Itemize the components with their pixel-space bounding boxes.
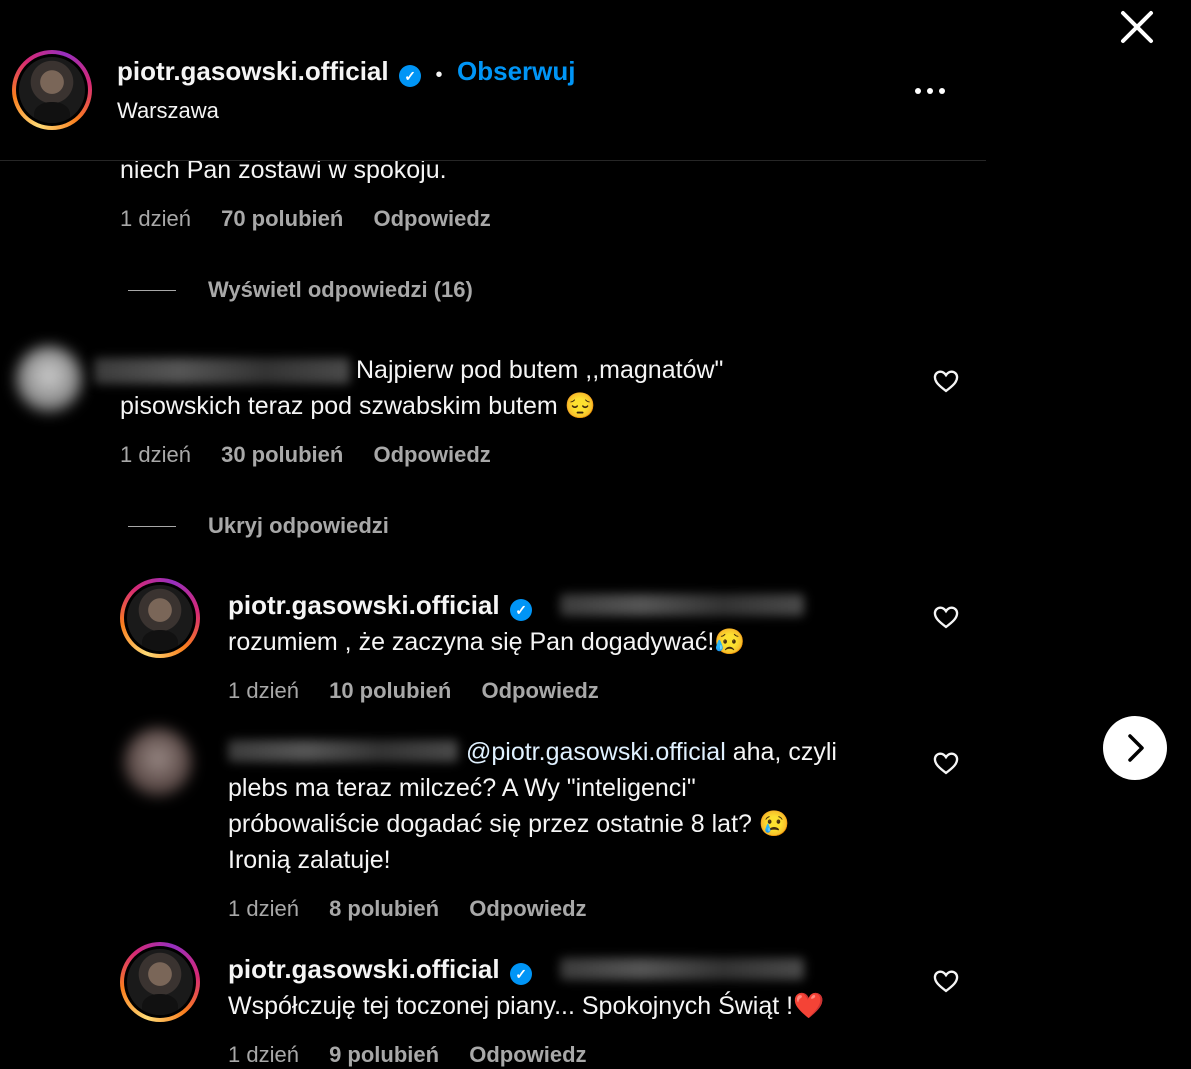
reply-likes[interactable]: 8 polubień: [329, 896, 439, 921]
heart-icon[interactable]: [932, 603, 960, 631]
close-button[interactable]: [1118, 8, 1156, 46]
reply-button[interactable]: Odpowiedz: [469, 1042, 586, 1067]
mention-link[interactable]: @piotr.gasowski.official: [466, 738, 726, 766]
reply-text-line1: @piotr.gasowski.official aha, czyli: [466, 734, 837, 770]
reply-text: Współczuję tej toczonej piany... Spokojn…: [228, 992, 825, 1020]
reply-avatar[interactable]: [124, 728, 192, 796]
post-header: piotr.gasowski.official ✓ • Obserwuj War…: [0, 0, 986, 161]
comment-time[interactable]: 1 dzień: [120, 442, 191, 467]
heart-icon[interactable]: [932, 749, 960, 777]
reply-text-line2: plebs ma teraz milczeć? A Wy "inteligenc…: [228, 774, 696, 802]
comment-likes[interactable]: 30 polubień: [221, 442, 343, 467]
chevron-right-icon: [1128, 734, 1144, 762]
next-post-button[interactable]: [1103, 716, 1167, 780]
mention-redacted[interactable]: [560, 958, 804, 980]
replies-divider: [128, 526, 176, 527]
comment-text-line2: pisowskich teraz pod szwabskim butem 😔: [120, 392, 596, 420]
header-username[interactable]: piotr.gasowski.official: [117, 56, 389, 86]
verified-badge-icon: ✓: [510, 962, 533, 985]
reply-likes[interactable]: 10 polubień: [329, 678, 451, 703]
more-options-button[interactable]: [912, 84, 948, 96]
reply-meta: 1 dzień 8 polubień Odpowiedz: [228, 896, 611, 922]
reply-likes[interactable]: 9 polubień: [329, 1042, 439, 1067]
comment-time[interactable]: 1 dzień: [120, 206, 191, 231]
reply-username-redacted[interactable]: [228, 740, 458, 762]
verified-badge-icon: ✓: [399, 64, 422, 87]
view-replies-button[interactable]: Wyświetl odpowiedzi (16): [208, 277, 473, 303]
reply-username[interactable]: piotr.gasowski.official: [228, 954, 500, 984]
reply-time[interactable]: 1 dzień: [228, 896, 299, 921]
reply-button[interactable]: Odpowiedz: [373, 206, 490, 231]
reply-text-line4: Ironią zalatuje!: [228, 846, 391, 874]
verified-badge-icon: ✓: [510, 598, 533, 621]
reply-button[interactable]: Odpowiedz: [469, 896, 586, 921]
mention-redacted[interactable]: [560, 594, 804, 616]
replies-divider: [128, 290, 176, 291]
reply-text: rozumiem , że zaczyna się Pan dogadywać!…: [228, 628, 746, 656]
commenter-avatar[interactable]: [16, 346, 82, 412]
comment-text-line1: Najpierw pod butem ,,magnatów": [356, 356, 724, 384]
close-icon: [1121, 11, 1153, 43]
reply-text-rest: aha, czyli: [725, 738, 837, 766]
reply-button[interactable]: Odpowiedz: [373, 442, 490, 467]
comment-likes[interactable]: 70 polubień: [221, 206, 343, 231]
comment-meta: 1 dzień 70 polubień Odpowiedz: [120, 206, 515, 232]
reply-meta: 1 dzień 9 polubień Odpowiedz: [228, 1042, 611, 1068]
reply-button[interactable]: Odpowiedz: [481, 678, 598, 703]
hide-replies-button[interactable]: Ukryj odpowiedzi: [208, 513, 389, 539]
comment-meta: 1 dzień 30 polubień Odpowiedz: [120, 442, 515, 468]
reply-text-line3: próbowaliście dogadać się przez ostatnie…: [228, 810, 790, 838]
heart-icon[interactable]: [932, 367, 960, 395]
more-options-icon: [915, 88, 945, 94]
header-separator: •: [435, 64, 443, 87]
header-location[interactable]: Warszawa: [117, 98, 219, 124]
reply-avatar[interactable]: [120, 942, 200, 1022]
reply-meta: 1 dzień 10 polubień Odpowiedz: [228, 678, 623, 704]
commenter-username-redacted[interactable]: [94, 358, 350, 384]
heart-icon[interactable]: [932, 967, 960, 995]
follow-button[interactable]: Obserwuj: [457, 56, 575, 86]
reply-avatar[interactable]: [120, 578, 200, 658]
reply-time[interactable]: 1 dzień: [228, 678, 299, 703]
reply-username[interactable]: piotr.gasowski.official: [228, 590, 500, 620]
profile-avatar[interactable]: [12, 50, 92, 130]
reply-time[interactable]: 1 dzień: [228, 1042, 299, 1067]
